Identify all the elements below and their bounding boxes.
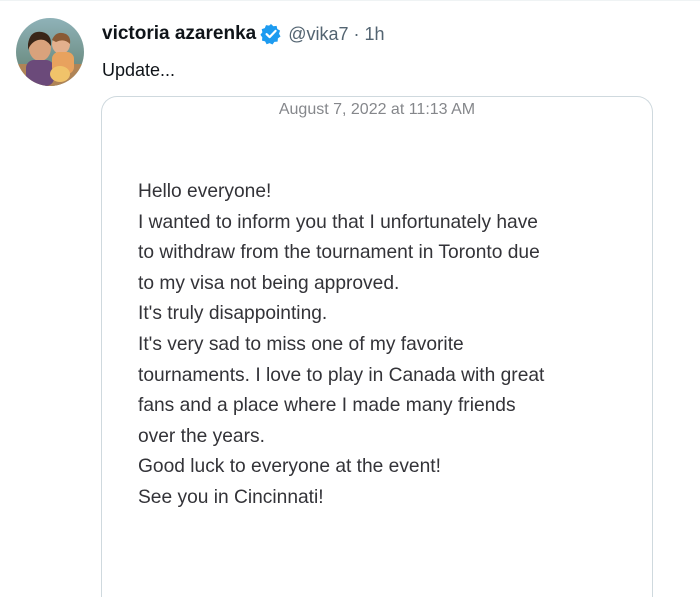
- separator-dot: ·: [353, 23, 360, 44]
- tweet-header: victoria azarenka @vika7 · 1h: [102, 20, 385, 48]
- display-name[interactable]: victoria azarenka: [102, 23, 256, 45]
- top-divider: [0, 0, 700, 1]
- avatar-photo-icon: [16, 18, 84, 86]
- note-line: tournaments. I love to play in Canada wi…: [138, 364, 545, 386]
- note-line: over the years.: [138, 425, 265, 447]
- note-line: See you in Cincinnati!: [138, 486, 324, 508]
- media-attachment[interactable]: August 7, 2022 at 11:13 AM Hello everyon…: [101, 96, 653, 597]
- note-line: It's truly disappointing.: [138, 303, 328, 325]
- note-line: fans and a place where I made many frien…: [138, 395, 516, 417]
- tweet-text: Update...: [102, 60, 176, 80]
- note-date: August 7, 2022 at 11:13 AM: [278, 101, 476, 118]
- note-line: to my visa not being approved.: [138, 272, 400, 294]
- timestamp-link[interactable]: 1h: [365, 24, 385, 45]
- note-body: Hello everyone! I wanted to inform you t…: [138, 177, 638, 514]
- avatar[interactable]: [16, 18, 84, 86]
- note-line: Good luck to everyone at the event!: [138, 456, 441, 478]
- user-handle[interactable]: @vika7: [288, 24, 348, 45]
- verified-badge-icon[interactable]: [260, 23, 282, 45]
- note-line: It's very sad to miss one of my favorite: [138, 333, 464, 355]
- note-line: to withdraw from the tournament in Toron…: [138, 242, 540, 264]
- note-line: I wanted to inform you that I unfortunat…: [138, 211, 538, 233]
- note-line: Hello everyone!: [138, 181, 272, 202]
